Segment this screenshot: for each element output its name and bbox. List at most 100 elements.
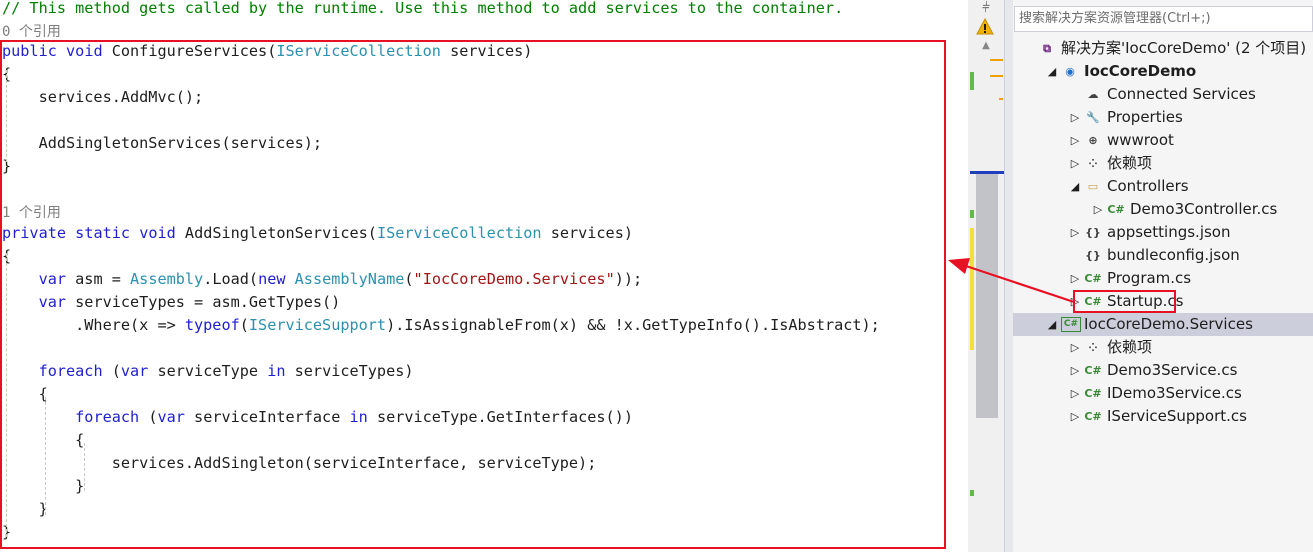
code-line[interactable]: services.AddSingleton(serviceInterface, … (2, 452, 597, 474)
code-token: private (2, 224, 67, 242)
code-line[interactable]: // This method gets called by the runtim… (2, 0, 843, 19)
csharp-file-icon: C# (1107, 203, 1125, 216)
code-line[interactable]: private static void AddSingletonServices… (2, 222, 633, 244)
code-token: asm = (66, 270, 131, 288)
code-line[interactable]: var asm = Assembly.Load(new AssemblyName… (2, 268, 643, 290)
code-line[interactable]: } (2, 475, 84, 497)
code-token: ( (139, 408, 158, 426)
tree-item[interactable]: ▷ 🔧 Properties (1013, 106, 1313, 129)
reference-count-link[interactable]: 0 个引用 (2, 24, 61, 40)
tree-collapsed-arrow-icon[interactable]: ▷ (1069, 152, 1081, 175)
code-editor[interactable]: // This method gets called by the runtim… (0, 0, 968, 552)
tree-item[interactable]: ◢ ◉ IocCoreDemo (1013, 60, 1313, 83)
code-token: static (75, 224, 131, 242)
solution-explorer-search-input[interactable]: 搜索解决方案资源管理器(Ctrl+;) (1014, 6, 1313, 32)
code-line[interactable]: AddSingletonServices(services); (2, 132, 322, 154)
code-token: void (66, 42, 103, 60)
split-editor-icon[interactable]: ⫩ (975, 0, 997, 16)
code-line[interactable]: { (2, 429, 84, 451)
code-token: in (349, 408, 368, 426)
csharp-project-icon: C# (1061, 317, 1081, 332)
tree-item-label: 依赖项 (1107, 154, 1153, 172)
tree-item[interactable]: {} bundleconfig.json (1013, 244, 1313, 267)
code-token: serviceType (148, 362, 268, 380)
code-token: services) (440, 42, 533, 60)
tree-item[interactable]: ▷ ⊕ wwwroot (1013, 129, 1313, 152)
solution-explorer: 搜索解决方案资源管理器(Ctrl+;) ⧉ 解决方案'IocCoreDemo' (… (1013, 0, 1313, 552)
tree-collapsed-arrow-icon[interactable]: ▷ (1069, 129, 1081, 152)
csharp-file-icon: C# (1084, 410, 1102, 423)
code-line[interactable]: { (2, 383, 48, 405)
code-line[interactable]: foreach (var serviceInterface in service… (2, 406, 633, 428)
code-token: new (258, 270, 286, 288)
tree-collapsed-arrow-icon[interactable]: ▷ (1069, 359, 1081, 382)
tree-collapsed-arrow-icon[interactable]: ▷ (1069, 106, 1081, 129)
tree-collapsed-arrow-icon[interactable]: ▷ (1069, 290, 1081, 313)
code-token: ( (239, 316, 249, 334)
tree-collapsed-arrow-icon[interactable]: ▷ (1069, 221, 1081, 244)
change-marker (970, 490, 974, 496)
tree-item[interactable]: ◢ C# IocCoreDemo.Services (1013, 313, 1313, 336)
tree-item-label: Demo3Controller.cs (1130, 200, 1278, 218)
code-line[interactable]: public void ConfigureServices(IServiceCo… (2, 40, 532, 62)
change-marker (990, 59, 1003, 61)
scrollbar-thumb[interactable] (976, 174, 998, 418)
code-token: var (157, 408, 185, 426)
code-token: services.AddSingleton(serviceInterface, … (2, 454, 597, 472)
tree-expanded-arrow-icon[interactable]: ◢ (1046, 60, 1058, 83)
code-token: typeof (184, 316, 240, 334)
tree-expanded-arrow-icon[interactable]: ◢ (1069, 175, 1081, 198)
tree-collapsed-arrow-icon[interactable]: ▷ (1069, 405, 1081, 428)
reference-count-link[interactable]: 1 个引用 (2, 205, 61, 221)
tree-item[interactable]: ▷ C# IServiceSupport.cs (1013, 405, 1313, 428)
warning-icon[interactable] (976, 18, 994, 36)
tree-item-label: 解决方案'IocCoreDemo' (2 个项目) (1061, 39, 1307, 57)
tree-item[interactable]: ▷ ⁘ 依赖项 (1013, 336, 1313, 359)
dependencies-icon: ⁘ (1088, 341, 1098, 354)
tree-item[interactable]: ▷ C# Demo3Controller.cs (1013, 198, 1313, 221)
scroll-up-arrow-icon[interactable]: ▲ (979, 40, 993, 52)
code-line[interactable]: var serviceTypes = asm.GetTypes() (2, 291, 341, 313)
tree-item-label: Demo3Service.cs (1107, 361, 1238, 379)
code-token: serviceTypes) (285, 362, 414, 380)
tree-item[interactable]: ▷ C# Program.cs (1013, 267, 1313, 290)
code-line[interactable]: 0 个引用 (2, 20, 61, 42)
tree-collapsed-arrow-icon[interactable]: ▷ (1069, 336, 1081, 359)
tree-item[interactable]: ▷ {} appsettings.json (1013, 221, 1313, 244)
csharp-file-icon: C# (1084, 272, 1102, 285)
code-token: IServiceCollection (376, 224, 542, 242)
tree-item[interactable]: ▷ C# IDemo3Service.cs (1013, 382, 1313, 405)
json-file-icon: {} (1085, 249, 1101, 262)
tree-collapsed-arrow-icon[interactable]: ▷ (1092, 198, 1104, 221)
tree-item[interactable]: ⧉ 解决方案'IocCoreDemo' (2 个项目) (1013, 37, 1313, 60)
code-line[interactable]: } (2, 498, 48, 520)
code-token: } (2, 477, 85, 495)
code-token: Assembly (130, 270, 204, 288)
tree-item[interactable]: ◢ ▭ Controllers (1013, 175, 1313, 198)
panel-splitter[interactable] (1004, 0, 1013, 552)
tree-collapsed-arrow-icon[interactable]: ▷ (1069, 382, 1081, 405)
tree-item[interactable]: ▷ C# Startup.cs (1013, 290, 1313, 313)
code-line[interactable]: .Where(x => typeof(IServiceSupport).IsAs… (2, 314, 880, 336)
code-token: var (120, 362, 149, 380)
code-line[interactable]: foreach (var serviceType in serviceTypes… (2, 360, 414, 382)
tree-collapsed-arrow-icon[interactable]: ▷ (1069, 267, 1081, 290)
wrench-icon: 🔧 (1086, 111, 1100, 124)
tree-item[interactable]: ▷ C# Demo3Service.cs (1013, 359, 1313, 382)
code-token: void (139, 224, 176, 242)
tree-item[interactable]: ☁ Connected Services (1013, 83, 1313, 106)
code-line[interactable]: services.AddMvc(); (2, 86, 204, 108)
code-token: ( (404, 270, 414, 288)
code-token: { (2, 431, 85, 449)
code-line[interactable]: 1 个引用 (2, 201, 61, 223)
tree-item[interactable]: ▷ ⁘ 依赖项 (1013, 152, 1313, 175)
tree-item-label: Connected Services (1107, 85, 1256, 103)
code-token: in (267, 362, 286, 380)
code-token: serviceType.GetInterfaces()) (367, 408, 633, 426)
code-token: var (38, 293, 67, 311)
tree-expanded-arrow-icon[interactable]: ◢ (1046, 313, 1058, 336)
